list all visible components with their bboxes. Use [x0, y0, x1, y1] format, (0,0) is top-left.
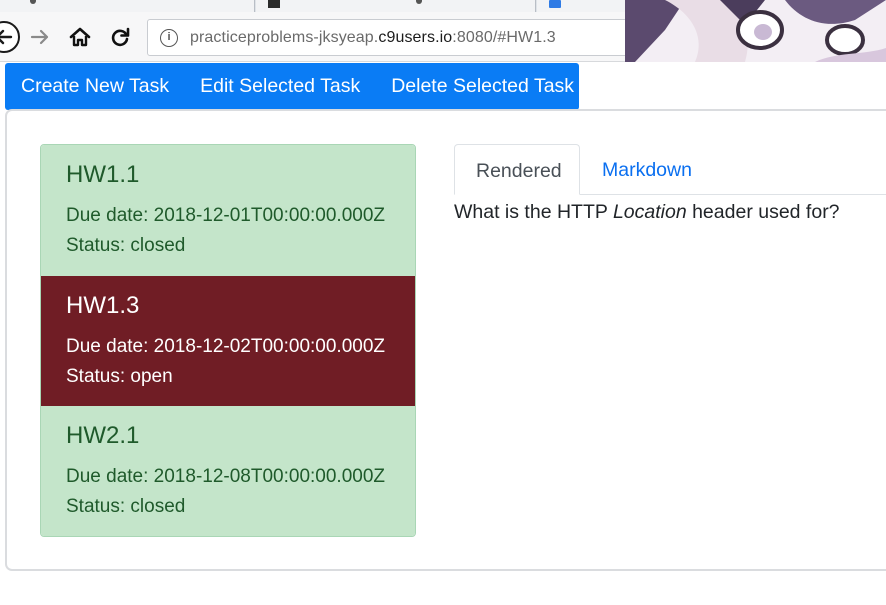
- task-due-date: Due date: 2018-12-02T00:00:00.000Z: [66, 335, 386, 357]
- rendered-text-emphasis: Location: [612, 201, 687, 223]
- url-text[interactable]: practiceproblems-jksyeap.c9users.io:8080…: [190, 29, 556, 47]
- browser-tab[interactable]: [537, 0, 627, 12]
- create-task-button[interactable]: Create New Task: [21, 75, 169, 98]
- reload-icon: [111, 27, 130, 47]
- home-icon: [69, 27, 91, 47]
- url-prefix: practiceproblems-jksyeap.: [190, 29, 379, 46]
- rendered-text-before: What is the HTTP: [454, 201, 613, 223]
- tab-favicon-icon: [549, 0, 561, 8]
- task-title: HW1.1: [66, 161, 140, 188]
- forward-icon: [30, 29, 49, 45]
- tab-text-fragment: [416, 0, 422, 4]
- tab-favicon-icon: [268, 0, 280, 8]
- task-status: Status: closed: [66, 235, 186, 256]
- delete-task-button[interactable]: Delete Selected Task: [391, 75, 574, 98]
- tab-favicon-icon: [30, 0, 36, 4]
- reload-button[interactable]: [104, 21, 136, 53]
- forward-button[interactable]: [24, 21, 56, 53]
- url-host: c9users.io: [378, 29, 453, 46]
- tab-rendered[interactable]: Rendered: [454, 144, 580, 195]
- task-title: HW2.1: [66, 422, 140, 449]
- browser-tab[interactable]: [256, 0, 536, 12]
- browser-tab[interactable]: [0, 0, 255, 12]
- browser-theme-artwork: [625, 0, 886, 62]
- task-item-hw1-1[interactable]: HW1.1 Due date: 2018-12-01T00:00:00.000Z…: [41, 145, 415, 276]
- edit-task-button[interactable]: Edit Selected Task: [200, 75, 360, 98]
- task-item-hw2-1[interactable]: HW2.1 Due date: 2018-12-08T00:00:00.000Z…: [41, 406, 415, 536]
- url-suffix: :8080/#HW1.3: [452, 29, 556, 46]
- preview-tabs: Rendered Markdown: [454, 144, 886, 195]
- task-list: HW1.1 Due date: 2018-12-01T00:00:00.000Z…: [40, 144, 416, 537]
- back-button[interactable]: [0, 21, 20, 53]
- info-icon[interactable]: i: [160, 29, 178, 47]
- task-title: HW1.3: [66, 291, 140, 319]
- tab-markdown[interactable]: Markdown: [581, 144, 713, 195]
- task-due-date: Due date: 2018-12-01T00:00:00.000Z: [66, 205, 386, 226]
- task-due-date: Due date: 2018-12-08T00:00:00.000Z: [66, 466, 386, 487]
- rendered-content: What is the HTTP Location header used fo…: [454, 201, 840, 224]
- task-status: Status: closed: [66, 496, 186, 517]
- task-toolbar: Create New Task Edit Selected Task Delet…: [5, 63, 579, 110]
- back-icon: [0, 29, 13, 45]
- rendered-text-after: header used for?: [686, 201, 840, 223]
- task-item-hw1-3[interactable]: HW1.3 Due date: 2018-12-02T00:00:00.000Z…: [41, 275, 415, 406]
- task-status: Status: open: [66, 365, 173, 387]
- home-button[interactable]: [64, 21, 96, 53]
